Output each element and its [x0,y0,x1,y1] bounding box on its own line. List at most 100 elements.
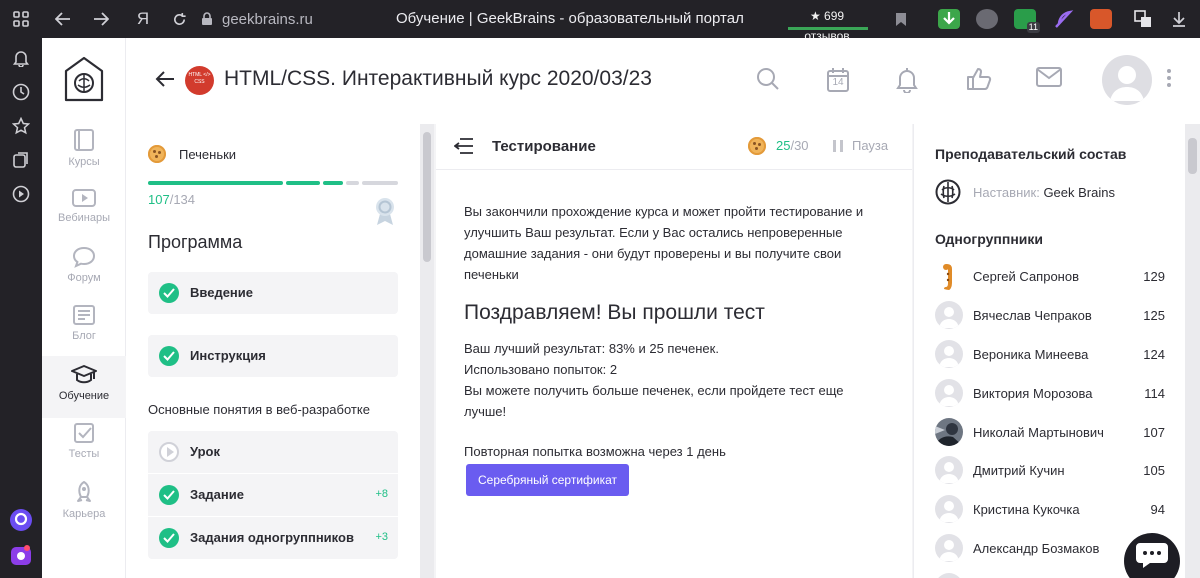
extension-globe-icon[interactable] [976,9,998,29]
lesson-item[interactable]: Введение [148,272,398,314]
mail-icon[interactable] [1036,67,1062,93]
nav-item-learning[interactable]: Обучение [42,356,126,418]
extension-download-icon[interactable] [938,9,960,29]
default-avatar-icon [935,495,963,523]
cookie-icon [148,145,166,163]
url-text: geekbrains.ru [222,10,313,28]
graduation-cap-icon [71,365,97,384]
classmate-name: Дмитрий Кучин [973,463,1065,478]
classmate-name: Вячеслав Чепраков [973,308,1092,323]
video-icon [72,189,96,207]
chat-bubble-icon [72,246,96,268]
yandex-icon[interactable]: Я [126,0,160,38]
nav-item-label: Карьера [62,508,106,520]
translate-icon[interactable] [1126,0,1160,38]
classmate-row[interactable]: Николай Мартынович 107 [935,418,1175,448]
lesson-cookies-count: +8 [375,488,388,500]
reviews-badge[interactable]: ★ 699 отзывов [786,6,868,43]
score-current: 25 [776,138,791,153]
mentor-row[interactable]: Наставник: Geek Brains [973,185,1115,200]
nav-item-forum[interactable]: Форум [42,246,126,304]
classmate-row[interactable]: Кристина Кукочка 94 [935,495,1175,525]
default-avatar-icon [935,534,963,562]
program-scrollbar[interactable] [420,124,434,578]
nav-item-blog[interactable]: Блог [42,304,126,362]
check-circle-icon [159,528,179,548]
more-menu-icon[interactable] [1166,68,1174,92]
lesson-item[interactable]: Инструкция [148,335,398,377]
play-circle-icon[interactable] [9,182,33,206]
group-scrollbar[interactable] [1185,124,1200,578]
rocket-icon [77,481,91,502]
default-avatar-icon [935,456,963,484]
attempts-text: Использовано попыток: 2 [464,362,618,377]
collapse-menu-icon[interactable] [453,137,474,155]
chat-support-button[interactable] [1124,533,1180,578]
nav-item-courses[interactable]: Курсы [42,128,126,186]
bell-icon[interactable] [896,67,922,94]
classmate-name: Кристина Кукочка [973,502,1080,517]
calendar-icon[interactable]: 14 [826,67,852,93]
checkbox-icon [74,423,94,443]
classmate-row[interactable]: Виктория Морозова 114 [935,379,1175,409]
extension-shield-icon[interactable]: 11 [1014,9,1040,33]
scrollbar-thumb[interactable] [1188,138,1197,174]
classmate-name: Вероника Минеева [973,347,1089,362]
lesson-item[interactable]: Урок [148,431,398,473]
lesson-item[interactable]: Задания одногруппников +3 [148,517,398,559]
thumbs-up-icon[interactable] [966,67,992,93]
nav-item-career[interactable]: Карьера [42,480,126,538]
medal-icon [373,196,397,226]
classmate-row[interactable]: Вероника Минеева 124 [935,340,1175,370]
back-arrow-icon[interactable] [154,68,178,92]
extension-feather-icon[interactable] [1052,9,1074,29]
classmate-score: 125 [1143,308,1165,323]
classmate-row[interactable]: Вячеслав Чепраков 125 [935,301,1175,331]
chat-icon [1136,543,1168,568]
extension-orange-icon[interactable] [1090,9,1112,29]
classmate-name: Николай Мартынович [973,425,1104,440]
lesson-item[interactable]: Задание +8 [148,474,398,516]
address-bar[interactable]: geekbrains.ru [200,7,313,31]
classmate-row[interactable]: Дмитрий Кучин 105 [935,456,1175,486]
bell-icon[interactable] [9,46,33,70]
search-icon[interactable] [756,67,782,93]
scrollbar-thumb[interactable] [423,132,431,262]
progress-segment [286,181,320,185]
pause-button[interactable]: Пауза [852,138,888,153]
group-panel: Преподавательский состав Наставник: Geek… [913,124,1185,578]
nav-item-tests[interactable]: Тесты [42,422,126,480]
apps-icon[interactable] [4,0,38,38]
mentor-name: Geek Brains [1043,185,1115,200]
silver-certificate-button[interactable]: Серебряный сертификат [466,464,629,496]
best-result-text: Ваш лучший результат: 83% и 25 печенек. [464,341,719,356]
alice-icon[interactable] [9,508,33,532]
nav-item-label: Форум [67,272,101,284]
calendar-day: 14 [832,77,844,88]
star-icon[interactable] [9,114,33,138]
teachers-title: Преподавательский состав [935,146,1127,162]
lesson-label: Введение [190,285,253,300]
nav-item-label: Блог [72,330,96,342]
geekbrains-logo-icon[interactable] [64,56,104,102]
nav-item-webinars[interactable]: Вебинары [42,188,126,246]
forward-icon[interactable] [84,0,118,38]
history-icon[interactable] [9,80,33,104]
nav-item-label: Тесты [68,448,100,460]
classmate-row[interactable]: Сергей Сапронов 129 [935,262,1175,292]
collections-icon[interactable] [9,148,33,172]
reload-icon[interactable] [162,0,196,38]
classmate-score: 107 [1143,425,1165,440]
pause-icon[interactable] [832,139,844,153]
bookmark-icon[interactable] [884,0,918,38]
download-icon[interactable] [1162,0,1196,38]
classmate-score: 129 [1143,269,1165,284]
back-icon[interactable] [46,0,80,38]
messenger-icon[interactable] [9,543,33,567]
result-details: Ваш лучший результат: 83% и 25 печенек. … [464,338,884,422]
browser-toolbar: Я geekbrains.ru Обучение | GeekBrains - … [0,0,1200,43]
progress-segment [322,181,343,185]
photo-avatar-icon [935,418,963,446]
user-avatar[interactable] [1102,55,1152,105]
cookies-progress-bar [148,181,398,185]
